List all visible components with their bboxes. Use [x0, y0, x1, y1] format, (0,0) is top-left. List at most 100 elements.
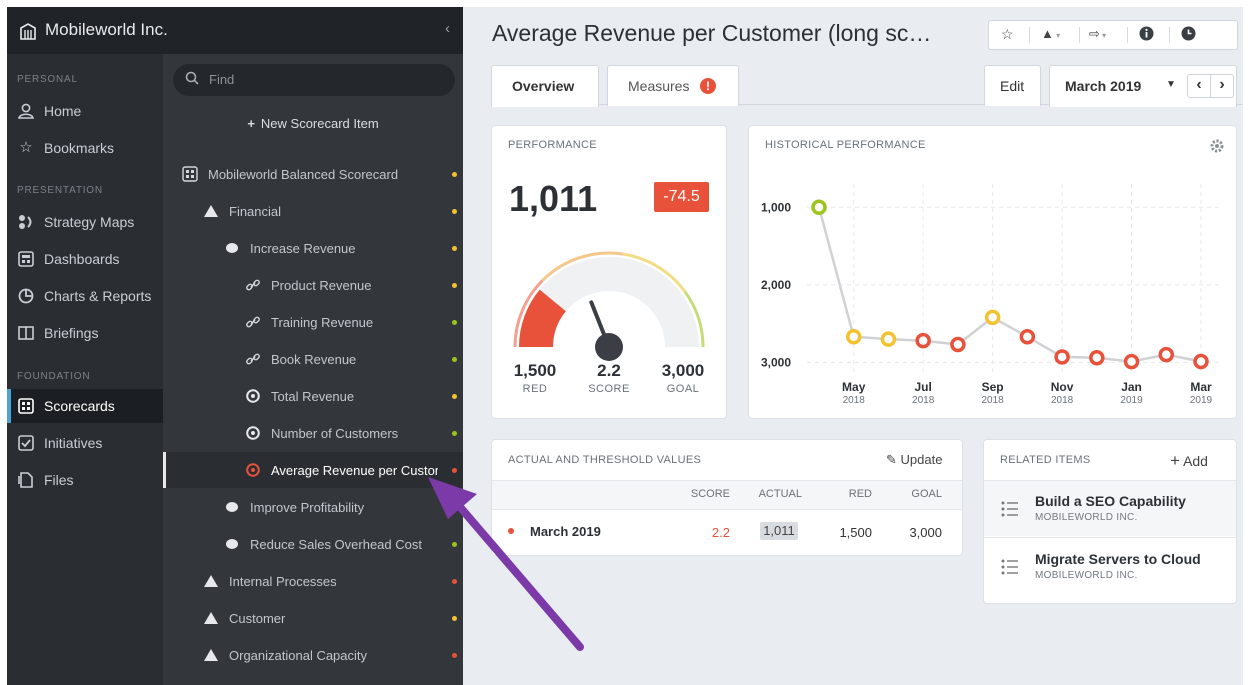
- nav-item-home[interactable]: Home: [7, 94, 163, 128]
- tree-item[interactable]: Total Revenue: [163, 378, 463, 414]
- tree-item-label: Internal Processes: [229, 574, 337, 589]
- next-period-button[interactable]: ›: [1210, 74, 1234, 98]
- period-selector[interactable]: March 2019 ▼ ‹ ›: [1049, 65, 1237, 107]
- col-header-red: RED: [848, 488, 872, 500]
- status-dot: [452, 209, 457, 214]
- tree-item-label: Organizational Capacity: [229, 648, 368, 663]
- org-header[interactable]: Mobileworld Inc. ‹: [7, 7, 463, 54]
- history-clock-icon[interactable]: [1181, 26, 1196, 44]
- data-point: [1193, 353, 1209, 370]
- page-toolbar: ☆ ▲ ▾ ⇨ ▾: [988, 20, 1238, 50]
- tree-item[interactable]: Organizational Capacity: [163, 637, 463, 673]
- prev-period-button[interactable]: ‹: [1187, 74, 1211, 98]
- tree-item[interactable]: Customer: [163, 600, 463, 636]
- left-nav: PERSONAL Home ☆ Bookmarks PRESENTATION S…: [7, 7, 163, 685]
- gear-icon[interactable]: [1209, 138, 1225, 154]
- tree-item[interactable]: Average Revenue per Customer: [163, 452, 463, 488]
- threshold-values-card: ACTUAL AND THRESHOLD VALUES ✎ Update SCO…: [491, 439, 963, 556]
- x-tick-year: 2018: [843, 395, 866, 406]
- nav-item-strategy-maps[interactable]: Strategy Maps: [7, 205, 163, 239]
- status-dot: [452, 431, 457, 436]
- col-header-score: SCORE: [690, 488, 730, 500]
- nav-item-label: Files: [44, 472, 74, 488]
- tree-item[interactable]: Number of Customers: [163, 415, 463, 451]
- goal-label: GOAL: [666, 383, 700, 395]
- alert-dropdown-icon[interactable]: ▲ ▾: [1041, 26, 1060, 41]
- data-point: [1089, 349, 1105, 366]
- nav-item-dashboards[interactable]: Dashboards: [7, 242, 163, 276]
- tab-overview[interactable]: Overview: [491, 65, 599, 107]
- ellipse-icon: [224, 536, 240, 552]
- plus-icon: +: [1170, 451, 1180, 470]
- tab-measures[interactable]: Measures!: [607, 65, 739, 106]
- tree-item[interactable]: Mobileworld Balanced Scorecard: [163, 156, 463, 192]
- tree-item-label: Financial: [229, 204, 282, 219]
- data-point: [950, 336, 966, 353]
- row-period: March 2019: [530, 524, 601, 539]
- nav-item-briefings[interactable]: Briefings: [7, 316, 163, 350]
- threshold-heading: ACTUAL AND THRESHOLD VALUES: [508, 454, 702, 466]
- tree-item[interactable]: Increase Revenue: [163, 230, 463, 266]
- search-placeholder: Find: [209, 72, 235, 87]
- nav-item-bookmarks[interactable]: ☆ Bookmarks: [7, 131, 163, 165]
- nav-item-files[interactable]: Files: [7, 463, 163, 497]
- data-point: [984, 309, 1001, 326]
- nav-item-label: Dashboards: [44, 251, 120, 267]
- related-items-card: RELATED ITEMS + Add Build a SEO Capabili…: [983, 439, 1237, 604]
- triangle-icon: [203, 573, 219, 589]
- tree-item-label: Total Revenue: [271, 389, 355, 404]
- status-dot: [452, 246, 457, 251]
- related-item[interactable]: Build a SEO Capability MOBILEWORLD INC.: [984, 481, 1236, 536]
- nav-item-initiatives[interactable]: Initiatives: [7, 426, 163, 460]
- row-goal: 3,000: [909, 525, 942, 540]
- tree-item[interactable]: Reduce Sales Overhead Cost: [163, 526, 463, 562]
- info-icon[interactable]: [1139, 26, 1154, 44]
- actual-value: 1,011: [509, 178, 598, 219]
- nav-item-label: Strategy Maps: [44, 214, 135, 230]
- new-scorecard-item-button[interactable]: + New Scorecard Item: [163, 116, 463, 131]
- tree-item-label: Book Revenue: [271, 352, 357, 367]
- x-tick-month: Jan: [1121, 380, 1142, 394]
- strategy-map-icon: [17, 213, 35, 231]
- edit-button[interactable]: Edit: [984, 65, 1041, 106]
- home-icon: [17, 102, 35, 120]
- related-item[interactable]: Migrate Servers to Cloud MOBILEWORLD INC…: [984, 539, 1236, 594]
- triangle-icon: [203, 203, 219, 219]
- tree-item[interactable]: Book Revenue: [163, 341, 463, 377]
- add-related-button[interactable]: + Add: [1170, 451, 1208, 471]
- tree-item[interactable]: Training Revenue: [163, 304, 463, 340]
- link-icon: [245, 314, 261, 330]
- red-label: RED: [522, 383, 548, 395]
- active-indicator: [7, 389, 11, 423]
- nav-section-foundation: FOUNDATION: [17, 371, 91, 382]
- data-point: [1158, 346, 1175, 363]
- bookmark-star-icon[interactable]: ☆: [1001, 26, 1014, 43]
- tree-item[interactable]: Financial: [163, 193, 463, 229]
- x-tick-year: 2018: [912, 395, 935, 406]
- export-dropdown-icon[interactable]: ⇨ ▾: [1089, 26, 1106, 42]
- nav-item-scorecards[interactable]: Scorecards: [7, 389, 163, 423]
- tree-item[interactable]: Internal Processes: [163, 563, 463, 599]
- main-content: Average Revenue per Customer (long sc… ☆…: [463, 7, 1243, 685]
- update-button[interactable]: ✎ Update: [886, 452, 942, 468]
- score-gauge: [513, 251, 705, 361]
- history-chart: 3,0002,0001,000May2018Jul2018Sep2018Nov2…: [761, 184, 1219, 406]
- table-row[interactable]: March 2019 2.2 1,011 1,500 3,000: [492, 510, 962, 554]
- tree-item[interactable]: Improve Profitability: [163, 489, 463, 525]
- status-dot: [452, 468, 457, 473]
- search-input[interactable]: Find: [173, 64, 455, 96]
- nav-item-charts-reports[interactable]: Charts & Reports: [7, 279, 163, 313]
- x-tick-year: 2019: [1120, 395, 1143, 406]
- plus-icon: +: [247, 116, 255, 131]
- x-tick-year: 2018: [982, 395, 1005, 406]
- y-tick-label: 1,000: [761, 200, 791, 214]
- file-icon: [17, 471, 35, 489]
- col-header-goal: GOAL: [911, 488, 942, 500]
- measure-icon: [245, 388, 261, 404]
- tree-item[interactable]: Product Revenue: [163, 267, 463, 303]
- status-dot: [452, 172, 457, 177]
- status-dot: [508, 528, 514, 534]
- new-item-label: New Scorecard Item: [260, 116, 379, 131]
- collapse-sidebar-button[interactable]: ‹: [445, 20, 450, 37]
- related-item-org: MOBILEWORLD INC.: [1035, 570, 1138, 581]
